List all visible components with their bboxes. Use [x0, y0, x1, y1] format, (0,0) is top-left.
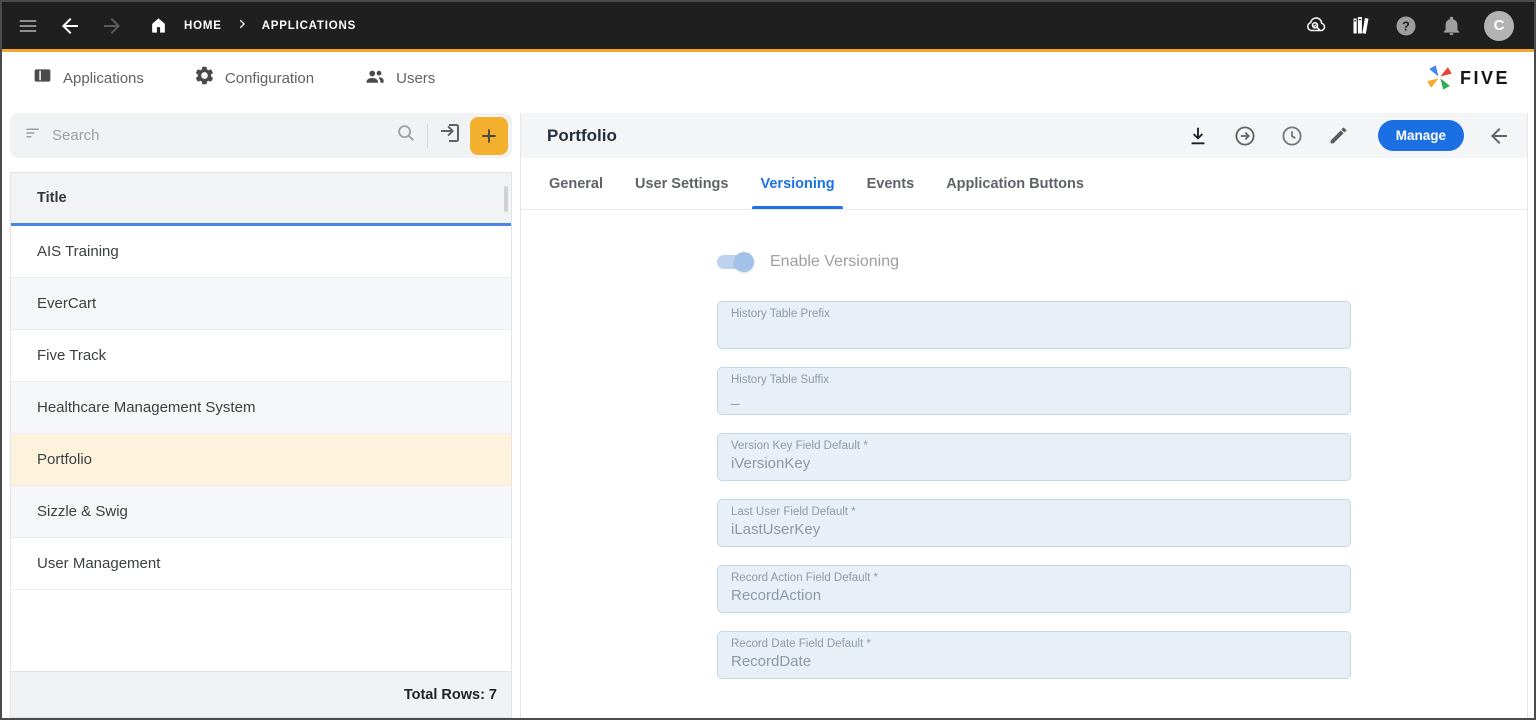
go-to-arrow-circle-icon[interactable]	[1233, 124, 1257, 148]
breadcrumb-home[interactable]: HOME	[184, 20, 222, 32]
row-title: User Management	[37, 555, 160, 572]
history-clock-icon[interactable]	[1280, 124, 1304, 148]
detail-header: Portfolio Manage	[521, 113, 1527, 158]
gear-wrench-icon	[194, 65, 215, 91]
tab-general[interactable]: General	[533, 158, 619, 209]
table-row-portfolio[interactable]: Portfolio	[11, 434, 511, 486]
app-window: HOME APPLICATIONS	[0, 0, 1536, 720]
field-label: Last User Field Default *	[731, 506, 1337, 518]
field-history-table-suffix[interactable]: History Table Suffix _	[717, 367, 1351, 415]
table-row-ais-training[interactable]: AIS Training	[11, 226, 511, 278]
enable-versioning-toggle[interactable]	[717, 255, 751, 269]
table-scrollbar-thumb[interactable]	[504, 186, 508, 212]
row-title: EverCart	[37, 295, 96, 312]
open-record-icon[interactable]	[438, 121, 462, 150]
module-users-label: Users	[396, 70, 435, 87]
field-value: RecordDate	[731, 653, 1337, 671]
total-rows-label: Total Rows: 7	[404, 687, 497, 703]
search-divider	[427, 124, 428, 148]
field-label: Record Action Field Default *	[731, 572, 1337, 584]
search-icon[interactable]	[395, 122, 417, 149]
library-books-icon[interactable]	[1349, 14, 1373, 38]
table-row-healthcare-management-system[interactable]: Healthcare Management System	[11, 382, 511, 434]
tab-user-settings[interactable]: User Settings	[619, 158, 744, 209]
field-last-user-field-default[interactable]: Last User Field Default * iLastUserKey	[717, 499, 1351, 547]
table-row-sizzle-and-swig[interactable]: Sizzle & Swig	[11, 486, 511, 538]
module-bar: Applications Configuration Users	[2, 55, 1534, 101]
add-application-button[interactable]	[470, 117, 508, 155]
notifications-bell-icon[interactable]	[1439, 14, 1463, 38]
five-logo-text: FIVE	[1460, 68, 1510, 89]
five-pinwheel-icon	[1424, 61, 1454, 96]
module-applications-label: Applications	[63, 70, 144, 87]
field-version-key-field-default[interactable]: Version Key Field Default * iVersionKey	[717, 433, 1351, 481]
breadcrumb-applications[interactable]: APPLICATIONS	[262, 20, 356, 32]
detail-tabs: General User Settings Versioning Events …	[521, 158, 1527, 210]
avatar[interactable]: C	[1484, 11, 1514, 41]
page-title: Portfolio	[547, 126, 1186, 146]
table-footer: Total Rows: 7	[11, 671, 511, 717]
filter-icon[interactable]	[24, 124, 42, 147]
table-row-five-track[interactable]: Five Track	[11, 330, 511, 382]
top-navigation-bar: HOME APPLICATIONS	[2, 2, 1534, 52]
module-users[interactable]: Users	[364, 65, 435, 92]
field-label: Version Key Field Default *	[731, 440, 1337, 452]
table-empty-space	[11, 590, 511, 671]
application-detail-panel: Portfolio Manage	[520, 113, 1528, 718]
tab-versioning[interactable]: Versioning	[744, 158, 850, 209]
table-header-title[interactable]: Title	[11, 173, 511, 226]
manage-button[interactable]: Manage	[1378, 120, 1464, 151]
menu-hamburger-icon[interactable]	[16, 14, 40, 38]
cloud-inspect-icon[interactable]	[1304, 14, 1328, 38]
row-title: Sizzle & Swig	[37, 503, 128, 520]
field-history-table-prefix[interactable]: History Table Prefix	[717, 301, 1351, 349]
field-value: RecordAction	[731, 587, 1337, 605]
applications-list-panel: Title AIS Training EverCart Five Track H…	[10, 113, 512, 718]
toggle-knob	[734, 252, 754, 272]
users-icon	[364, 65, 386, 92]
breadcrumb: HOME APPLICATIONS	[146, 14, 356, 38]
field-value	[731, 323, 1337, 341]
field-value: iLastUserKey	[731, 521, 1337, 539]
chevron-right-icon	[236, 17, 248, 35]
enable-versioning-label: Enable Versioning	[770, 253, 899, 271]
field-label: History Table Suffix	[731, 374, 1337, 386]
download-icon[interactable]	[1186, 124, 1210, 148]
five-logo: FIVE	[1424, 61, 1510, 96]
collapse-left-arrow-icon[interactable]	[1487, 124, 1511, 148]
row-title: AIS Training	[37, 243, 119, 260]
row-title: Healthcare Management System	[37, 399, 255, 416]
search-input[interactable]	[52, 127, 395, 144]
field-value: iVersionKey	[731, 455, 1337, 473]
title-column-header: Title	[37, 190, 67, 206]
tab-events[interactable]: Events	[851, 158, 931, 209]
home-icon[interactable]	[146, 14, 170, 38]
tab-application-buttons[interactable]: Application Buttons	[930, 158, 1100, 209]
applications-table: Title AIS Training EverCart Five Track H…	[10, 172, 512, 718]
field-record-date-field-default[interactable]: Record Date Field Default * RecordDate	[717, 631, 1351, 679]
field-record-action-field-default[interactable]: Record Action Field Default * RecordActi…	[717, 565, 1351, 613]
field-value: _	[731, 389, 1337, 407]
forward-arrow-icon[interactable]	[100, 14, 124, 38]
row-title: Portfolio	[37, 451, 92, 468]
module-configuration[interactable]: Configuration	[194, 65, 314, 91]
help-icon[interactable]: ?	[1394, 14, 1418, 38]
row-title: Five Track	[37, 347, 106, 364]
field-label: History Table Prefix	[731, 308, 1337, 320]
field-label: Record Date Field Default *	[731, 638, 1337, 650]
module-applications[interactable]: Applications	[32, 65, 144, 91]
applications-panel-icon	[32, 65, 53, 91]
module-configuration-label: Configuration	[225, 70, 314, 87]
table-row-user-management[interactable]: User Management	[11, 538, 511, 590]
back-arrow-icon[interactable]	[58, 14, 82, 38]
svg-text:?: ?	[1402, 19, 1410, 33]
versioning-form: Enable Versioning History Table Prefix H…	[521, 211, 1527, 718]
edit-pencil-icon[interactable]	[1327, 124, 1351, 148]
table-row-evercart[interactable]: EverCart	[11, 278, 511, 330]
search-bar	[10, 113, 512, 158]
